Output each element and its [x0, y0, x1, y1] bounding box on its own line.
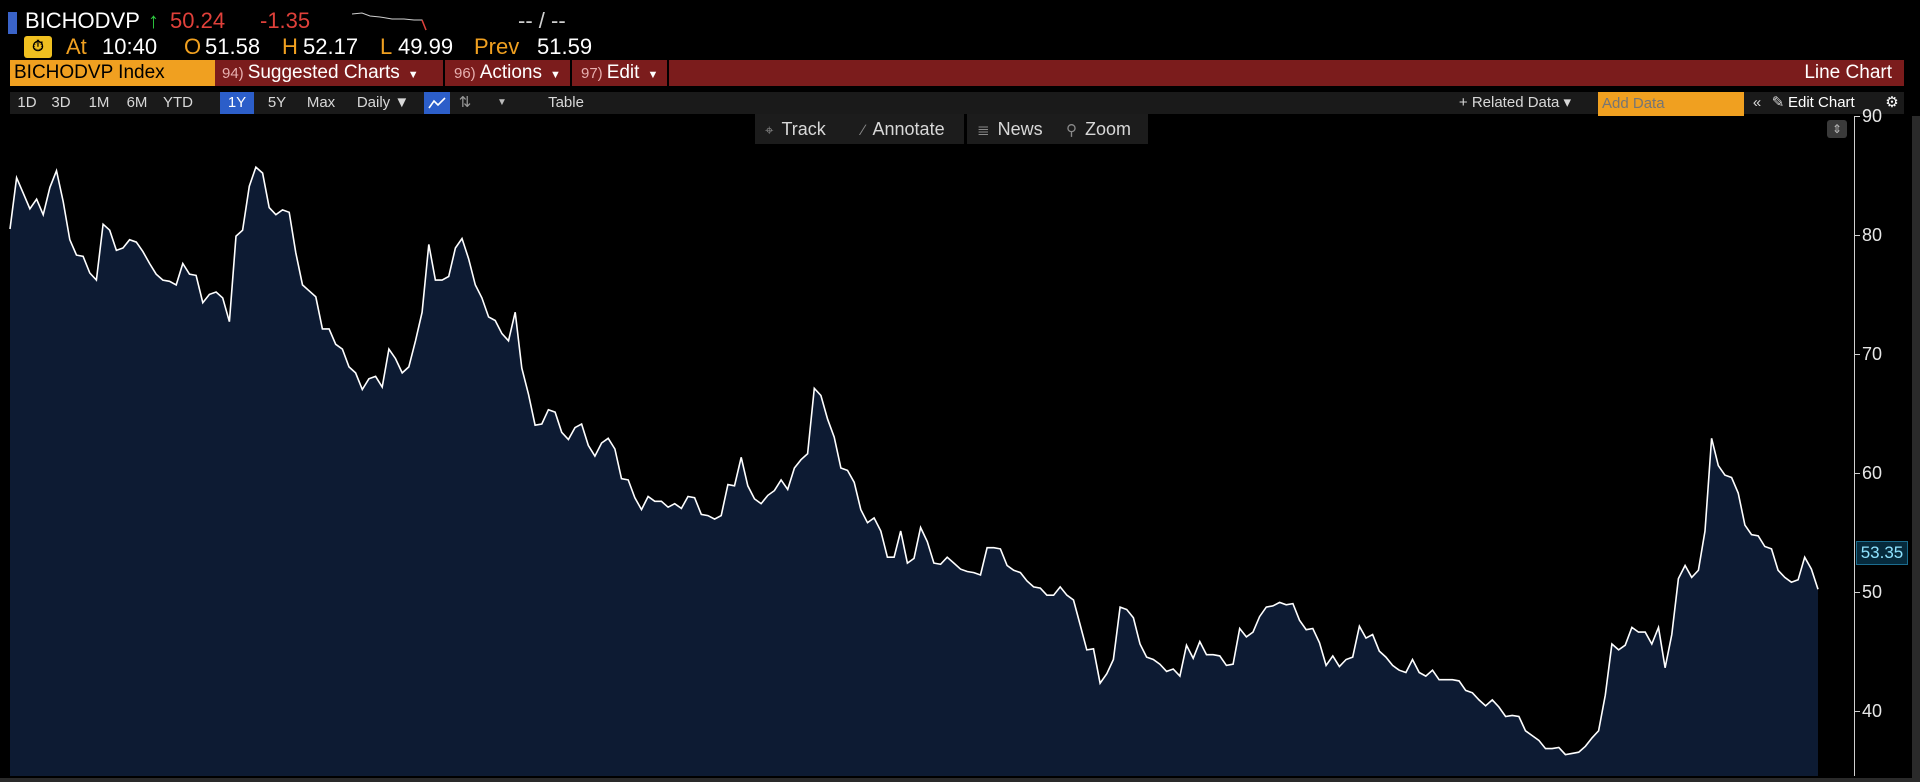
y-tick-label: 90: [1862, 106, 1883, 126]
last-value-tag: 53.35: [1856, 540, 1908, 565]
y-tick-mark: [1854, 353, 1860, 355]
y-axis: [1854, 116, 1855, 776]
y-tick-label: 60: [1862, 462, 1883, 483]
y-tick-mark: [1854, 591, 1860, 593]
series-area: [10, 167, 1818, 777]
bottom-scrollbar[interactable]: [0, 778, 1920, 782]
y-tick-mark: [1854, 710, 1860, 712]
y-tick-mark: [1854, 116, 1860, 117]
y-tick-mark: [1854, 234, 1860, 236]
y-tick-label: 80: [1862, 224, 1883, 245]
scrollbar[interactable]: [1912, 116, 1920, 778]
scale-toggle-icon[interactable]: ⇕: [1827, 120, 1847, 138]
y-tick-label: 70: [1862, 343, 1883, 364]
y-tick-mark: [1854, 472, 1860, 474]
y-tick-label: 40: [1862, 700, 1883, 721]
price-chart: [9, 165, 1819, 777]
y-tick-label: 50: [1862, 581, 1883, 602]
